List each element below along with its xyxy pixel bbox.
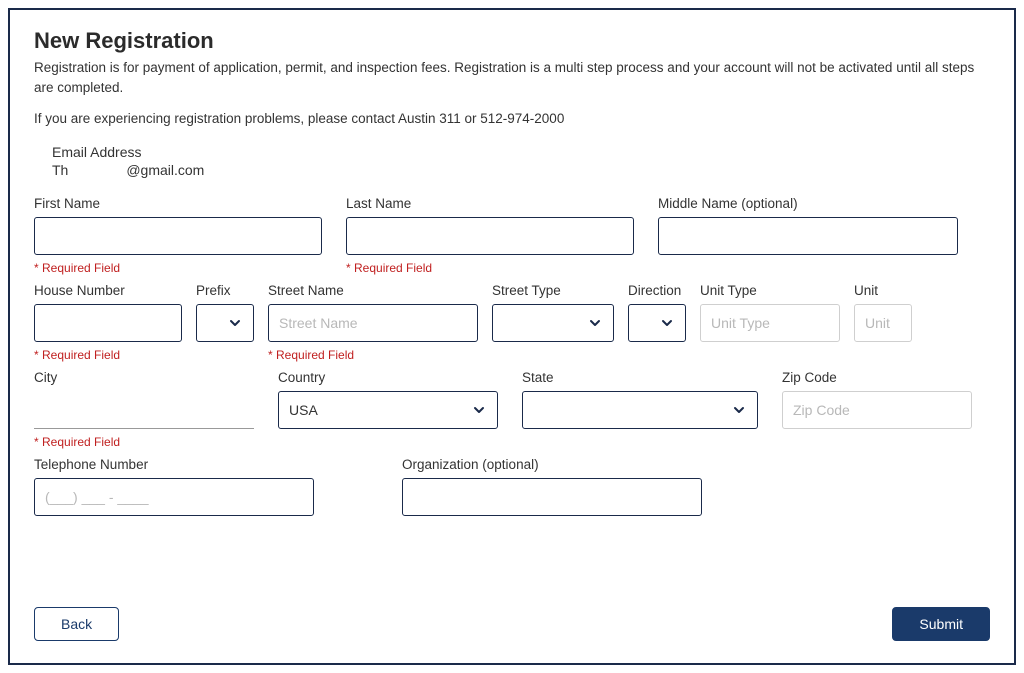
contact-info: If you are experiencing registration pro…	[34, 111, 990, 126]
back-button[interactable]: Back	[34, 607, 119, 641]
unit-type-field-group: Unit Type Unit Type .	[700, 283, 840, 364]
middle-name-field[interactable]	[658, 217, 958, 255]
page-description: Registration is for payment of applicati…	[34, 58, 990, 97]
street-name-field-group: Street Name * Required Field	[268, 283, 478, 364]
first-name-label: First Name	[34, 196, 322, 211]
unit-field-group: Unit Unit .	[854, 283, 912, 364]
city-label: City	[34, 370, 254, 385]
state-select[interactable]	[522, 391, 758, 429]
direction-field-group: Direction .	[628, 283, 686, 364]
telephone-field[interactable]	[34, 478, 314, 516]
city-field[interactable]	[34, 391, 254, 429]
country-field-group: Country USA .	[278, 370, 498, 451]
state-field-group: State .	[522, 370, 758, 451]
street-name-label: Street Name	[268, 283, 478, 298]
country-label: Country	[278, 370, 498, 385]
submit-button[interactable]: Submit	[892, 607, 990, 641]
required-indicator: * Required Field	[34, 348, 182, 364]
street-name-field[interactable]	[268, 304, 478, 342]
unit-type-field[interactable]: Unit Type	[700, 304, 840, 342]
street-type-label: Street Type	[492, 283, 614, 298]
country-select[interactable]: USA	[278, 391, 498, 429]
chevron-down-icon	[471, 402, 487, 418]
required-indicator: * Required Field	[34, 435, 254, 451]
prefix-label: Prefix	[196, 283, 254, 298]
telephone-label: Telephone Number	[34, 457, 314, 472]
unit-type-label: Unit Type	[700, 283, 840, 298]
unit-field[interactable]: Unit	[854, 304, 912, 342]
street-type-select[interactable]	[492, 304, 614, 342]
chevron-down-icon	[659, 315, 675, 331]
last-name-label: Last Name	[346, 196, 634, 211]
organization-field[interactable]	[402, 478, 702, 516]
email-label: Email Address	[52, 144, 990, 160]
direction-select[interactable]	[628, 304, 686, 342]
chevron-down-icon	[587, 315, 603, 331]
house-number-field[interactable]	[34, 304, 182, 342]
chevron-down-icon	[731, 402, 747, 418]
prefix-select[interactable]	[196, 304, 254, 342]
organization-label: Organization (optional)	[402, 457, 702, 472]
telephone-field-group: Telephone Number	[34, 457, 314, 516]
first-name-field-group: First Name * Required Field	[34, 196, 322, 277]
last-name-field-group: Last Name * Required Field	[346, 196, 634, 277]
house-number-field-group: House Number * Required Field	[34, 283, 182, 364]
zip-field-group: Zip Code Zip Code .	[782, 370, 972, 451]
first-name-field[interactable]	[34, 217, 322, 255]
email-address-block: Email Address Th@gmail.com	[52, 144, 990, 178]
last-name-field[interactable]	[346, 217, 634, 255]
zip-field[interactable]: Zip Code	[782, 391, 972, 429]
organization-field-group: Organization (optional)	[402, 457, 702, 516]
page-title: New Registration	[34, 28, 990, 54]
state-label: State	[522, 370, 758, 385]
zip-label: Zip Code	[782, 370, 972, 385]
required-indicator: * Required Field	[34, 261, 322, 277]
prefix-field-group: Prefix .	[196, 283, 254, 364]
middle-name-field-group: Middle Name (optional) .	[658, 196, 958, 277]
chevron-down-icon	[227, 315, 243, 331]
house-number-label: House Number	[34, 283, 182, 298]
street-type-field-group: Street Type .	[492, 283, 614, 364]
required-indicator: * Required Field	[268, 348, 478, 364]
unit-label: Unit	[854, 283, 912, 298]
city-field-group: City * Required Field	[34, 370, 254, 451]
direction-label: Direction	[628, 283, 686, 298]
middle-name-label: Middle Name (optional)	[658, 196, 958, 211]
registration-form: New Registration Registration is for pay…	[8, 8, 1016, 665]
required-indicator: * Required Field	[346, 261, 634, 277]
email-value: Th@gmail.com	[52, 162, 990, 178]
